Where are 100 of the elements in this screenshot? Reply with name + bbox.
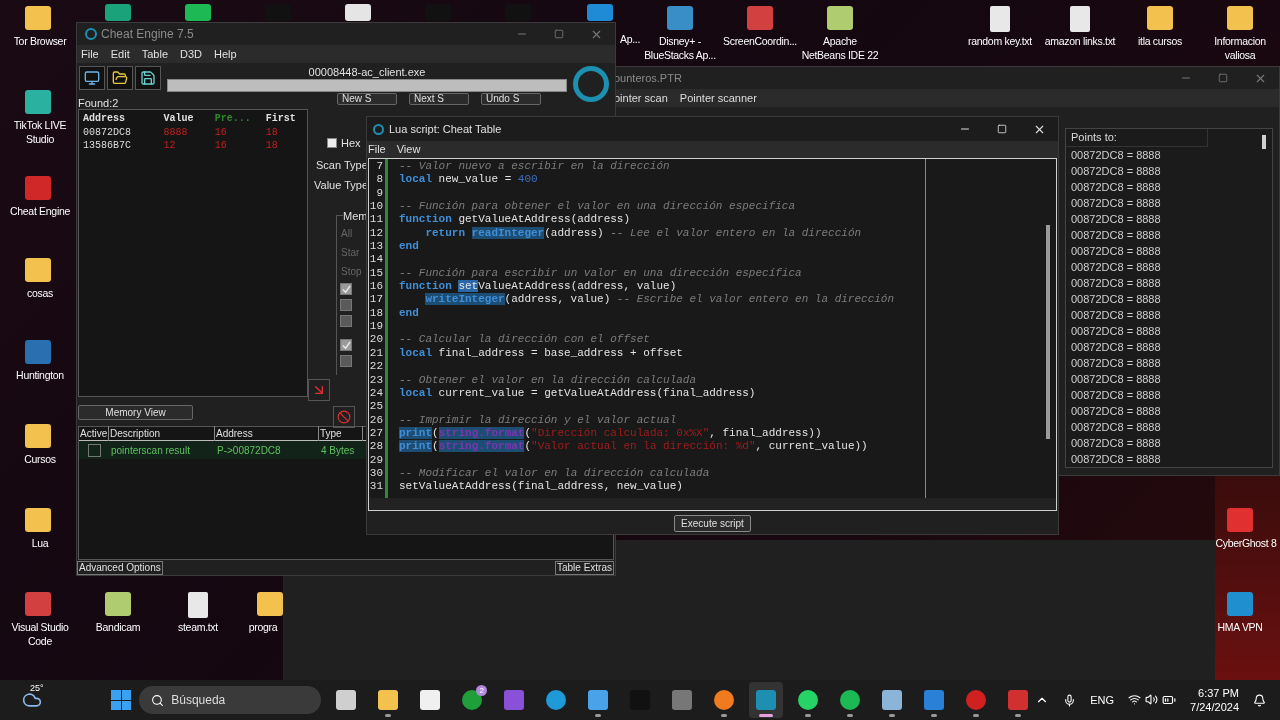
- table-cell-text: 00872DC8 = 8888: [1070, 340, 1162, 355]
- line-number: 25: [369, 400, 383, 414]
- icon-label: ScreenCoordin...: [723, 34, 797, 48]
- icon-label: Cursos: [24, 452, 56, 466]
- icon-label: Cheat Engine: [10, 204, 70, 218]
- icon-label: progra: [248, 620, 278, 634]
- window-title: Lua script: Cheat Table: [389, 121, 502, 137]
- icon-label: Apache NetBeans IDE 22: [800, 34, 880, 62]
- icon-label: Disney+ - BlueStacks Ap...: [643, 34, 717, 62]
- line-number: 22: [369, 360, 383, 374]
- table-cell-text: 00872DC8 = 8888: [1070, 276, 1162, 291]
- table-cell-text: 00872DC8 = 8888: [1070, 212, 1162, 227]
- temperature: 25°: [30, 682, 44, 695]
- code-line: -- Función para obtener el valor en una dirección especifica: [399, 200, 796, 214]
- code-line: local new_value = 400: [399, 173, 538, 187]
- line-number: 15: [369, 266, 383, 281]
- icon-label: amazon links.txt: [1044, 34, 1116, 48]
- icon-label: cosas: [27, 286, 53, 300]
- icon-label: Tor Browser: [13, 34, 67, 48]
- table-cell-text: 00872DC8 = 8888: [1070, 308, 1162, 323]
- icon-label: CyberGhost 8: [1215, 536, 1277, 550]
- line-number: 17: [369, 293, 383, 307]
- notification-badge: 2: [476, 685, 488, 696]
- code-line: -- Función para escribir un valor en una dirección específica: [399, 266, 802, 281]
- table-cell-text: 8888: [162, 126, 189, 140]
- line-number: 26: [369, 413, 383, 427]
- line-number: 20: [369, 333, 383, 347]
- window-title: Cheat Engine 7.5: [101, 26, 194, 43]
- table-cell-text: 18: [264, 126, 279, 140]
- line-number: 23: [369, 373, 383, 387]
- code-line: end: [399, 306, 419, 321]
- code-line: local final_address = base_address + offset: [399, 346, 683, 361]
- table-cell-text: 13586B7C: [82, 139, 132, 153]
- icon-label: Lua: [31, 536, 49, 550]
- table-cell-text: 00872DC8 = 8888: [1070, 260, 1162, 275]
- icon-label: HMA VPN: [1217, 620, 1263, 634]
- code-line: function getValueAtAddress(address): [399, 213, 631, 227]
- line-number: 10: [369, 200, 383, 214]
- option-label: Stop: [341, 265, 363, 279]
- found-count: Found:2: [77, 97, 120, 109]
- code-line: -- Valor nuevo a escribir en la dirección: [399, 160, 670, 174]
- line-number: 31: [369, 480, 383, 494]
- checkbox-label: Hex: [341, 136, 361, 151]
- table-cell-text: 00872DC8 = 8888: [1070, 404, 1162, 419]
- option-label: Star: [341, 246, 361, 260]
- table-cell-text: 00872DC8 = 8888: [1070, 436, 1162, 451]
- table-cell-text: 4 Bytes: [320, 443, 356, 458]
- table-cell-text: 00872DC8 = 8888: [1070, 372, 1162, 387]
- process-name: 00008448-ac_client.exe: [308, 66, 426, 79]
- icon-label: steam.txt: [178, 620, 218, 634]
- table-cell-text: 00872DC8 = 8888: [1070, 420, 1162, 435]
- line-number: 24: [369, 386, 383, 401]
- table-cell-text: 00872DC8 = 8888: [1070, 148, 1162, 163]
- line-number: 21: [369, 346, 383, 361]
- code-line: setValueAtAddress(final_address, new_value): [399, 480, 683, 494]
- line-number: 11: [369, 213, 383, 227]
- line-number: 18: [369, 306, 383, 321]
- table-cell-text: P->00872DC8: [216, 443, 282, 458]
- code-line: return readInteger(address) -- Lee el valor entero en la dirección: [425, 226, 862, 241]
- code-line: end: [399, 240, 419, 254]
- table-cell-text: 00872DC8 = 8888: [1070, 292, 1162, 307]
- line-number: 30: [369, 466, 383, 481]
- code-line: -- Imprimir la dirección y el valor actual: [399, 413, 677, 427]
- line-number: 29: [369, 453, 383, 467]
- table-cell-text: 00872DC8: [82, 126, 132, 140]
- table-cell-text: 16: [213, 139, 228, 153]
- icon-label: Bandicam: [95, 620, 141, 634]
- code-line: -- Modificar el valor en la dirección calculada: [399, 466, 710, 481]
- line-number: 7: [375, 160, 383, 174]
- table-cell-text: 12: [162, 139, 177, 153]
- table-cell-text: 00872DC8 = 8888: [1070, 324, 1162, 339]
- code-line: writeInteger(address, value) -- Escribe el valor entero en la dirección: [425, 293, 895, 307]
- table-cell-text: 00872DC8 = 8888: [1070, 244, 1162, 259]
- icon-label: Informacion valiosa: [1213, 34, 1267, 62]
- icon-label: TikTok LIVE Studio: [12, 118, 68, 146]
- window-title: ounteros.PTR: [613, 70, 682, 86]
- table-cell-text: 00872DC8 = 8888: [1070, 452, 1162, 467]
- line-number: 14: [369, 253, 383, 267]
- icon-label: Visual Studio Code: [10, 620, 70, 648]
- line-number: 16: [369, 280, 383, 294]
- line-number: 9: [375, 186, 383, 201]
- icon-label: Huntington: [16, 368, 64, 382]
- table-cell-text: 00872DC8 = 8888: [1070, 164, 1162, 179]
- code-line: print(string.format("Valor actual en la dirección: %d", current_value)): [399, 440, 868, 454]
- icon-label: random key.txt: [968, 34, 1032, 48]
- icon-label: Ap...: [619, 32, 641, 46]
- table-cell-text: 00872DC8 = 8888: [1070, 228, 1162, 243]
- line-number: 19: [369, 320, 383, 334]
- code-line: -- Calcular la dirección con el offset: [399, 333, 650, 347]
- line-number: 8: [375, 173, 383, 187]
- line-number: 12: [369, 226, 383, 241]
- option-label: All: [341, 227, 354, 241]
- code-line: -- Obtener el valor en la dirección calculada: [399, 373, 697, 387]
- code-line: local current_value = getValueAtAddress(final_address): [399, 386, 756, 401]
- table-cell-text: 16: [213, 126, 228, 140]
- table-cell-text: 00872DC8 = 8888: [1070, 356, 1162, 371]
- table-cell-text: pointerscan result: [110, 443, 191, 458]
- table-cell-text: 00872DC8 = 8888: [1070, 180, 1162, 195]
- icon-label: itla cursos: [1138, 34, 1182, 48]
- line-number: 13: [369, 240, 383, 254]
